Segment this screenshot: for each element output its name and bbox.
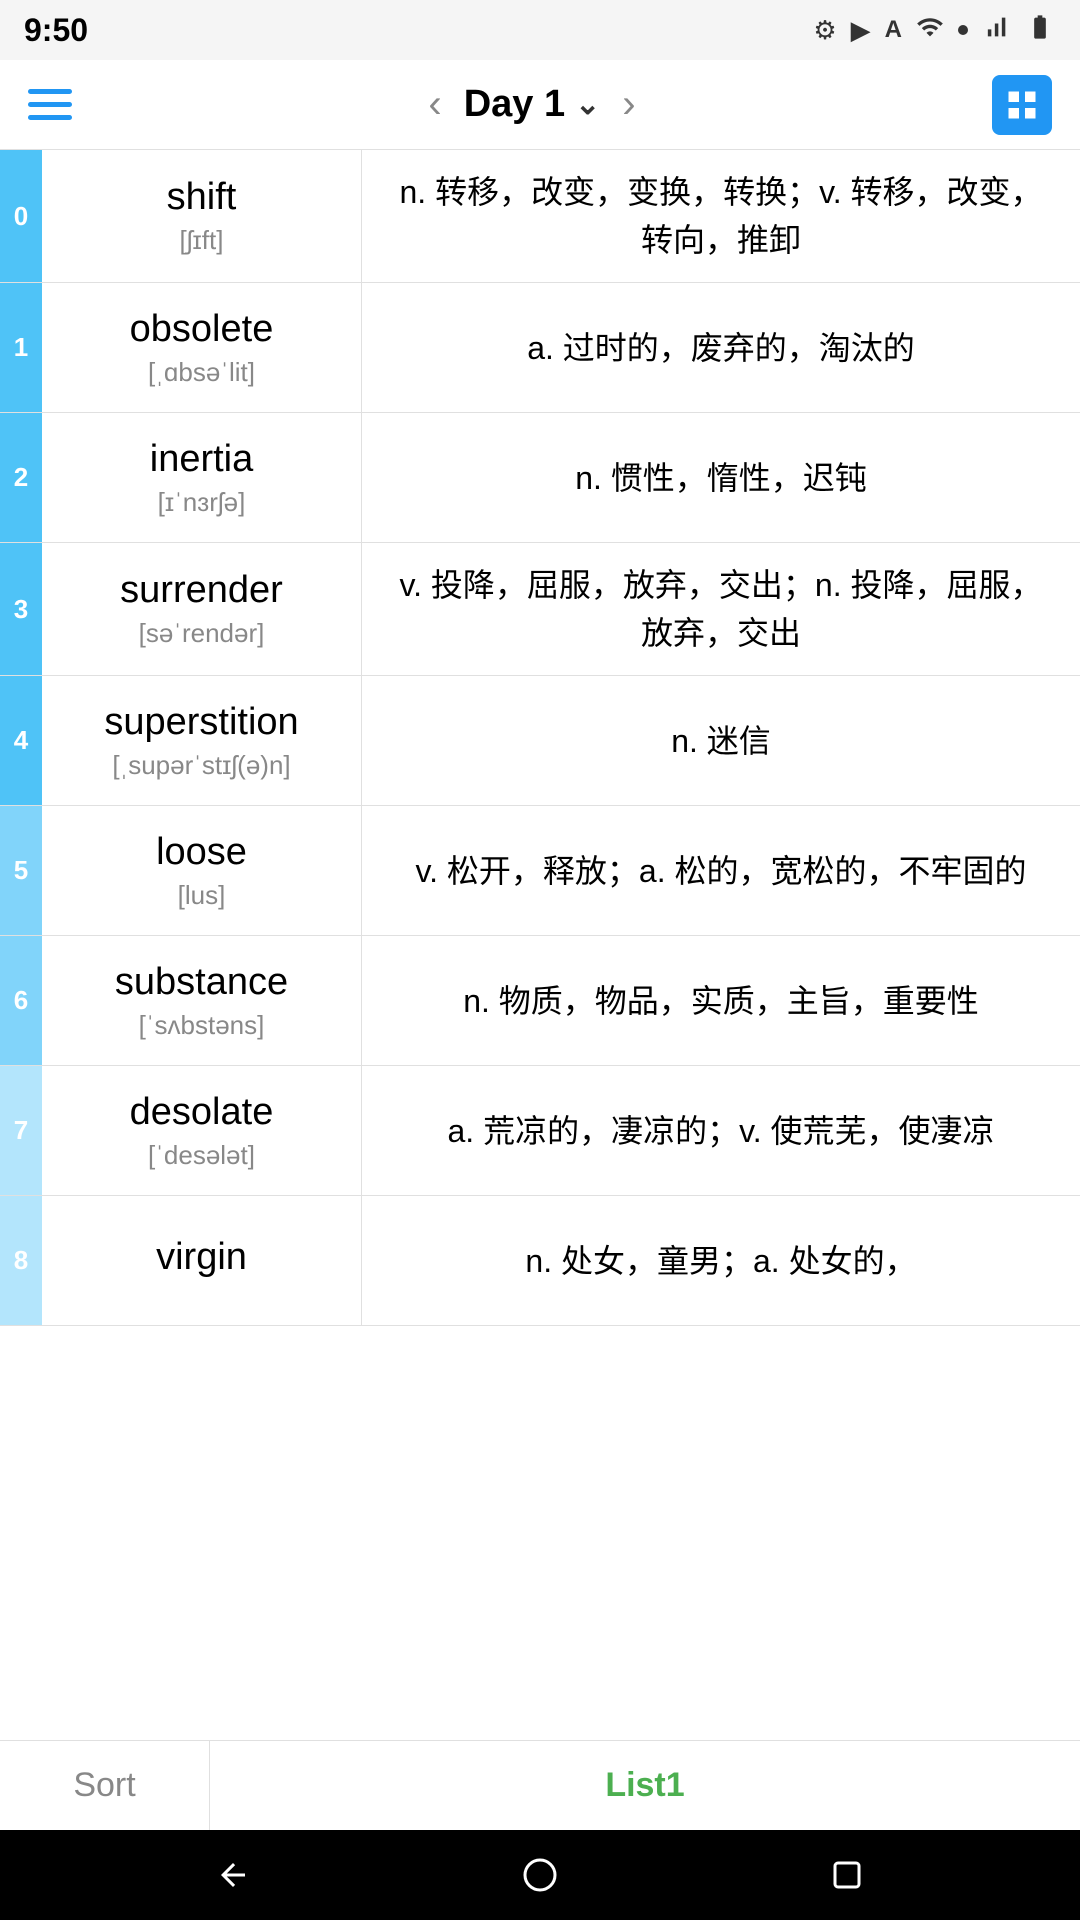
row-word: substance [ˈsʌbstəns] xyxy=(42,936,362,1065)
row-definition: n. 处女，童男；a. 处女的， xyxy=(362,1196,1080,1325)
row-definition: a. 过时的，废弃的，淘汰的 xyxy=(362,283,1080,412)
play-icon: ▶ xyxy=(851,15,871,46)
word-phonetic: [ʃɪft] xyxy=(180,225,224,256)
vocab-row[interactable]: 3 surrender [səˈrendər] v. 投降，屈服，放弃，交出；n… xyxy=(0,543,1080,676)
row-word: obsolete [ˌɑbsəˈlit] xyxy=(42,283,362,412)
next-button[interactable]: › xyxy=(612,82,645,127)
row-index: 4 xyxy=(0,676,42,805)
row-word: inertia [ɪˈnɜrʃə] xyxy=(42,413,362,542)
row-index: 0 xyxy=(0,150,42,282)
word-text: obsolete xyxy=(130,308,274,351)
row-word: surrender [səˈrendər] xyxy=(42,543,362,675)
word-phonetic: [ɪˈnɜrʃə] xyxy=(158,487,246,518)
row-definition: a. 荒凉的，凄凉的；v. 使荒芜，使凄凉 xyxy=(362,1066,1080,1195)
vocab-row[interactable]: 5 loose [lus] v. 松开，释放；a. 松的，宽松的，不牢固的 xyxy=(0,806,1080,936)
vocab-row[interactable]: 4 superstition [ˌsupərˈstɪʃ(ə)n] n. 迷信 xyxy=(0,676,1080,806)
nav-title-area: ‹ Day 1 ⌄ › xyxy=(418,82,645,127)
nav-title[interactable]: Day 1 ⌄ xyxy=(464,83,601,126)
row-word: shift [ʃɪft] xyxy=(42,150,362,282)
signal-icon xyxy=(982,13,1010,48)
word-text: loose xyxy=(156,831,247,874)
row-definition: n. 迷信 xyxy=(362,676,1080,805)
row-index: 2 xyxy=(0,413,42,542)
status-time: 9:50 xyxy=(24,12,88,49)
word-text: desolate xyxy=(130,1091,274,1134)
vocab-row[interactable]: 0 shift [ʃɪft] n. 转移，改变，变换，转换；v. 转移，改变，转… xyxy=(0,150,1080,283)
word-text: shift xyxy=(167,176,237,219)
wifi-icon xyxy=(916,13,944,48)
row-word: desolate [ˈdesələt] xyxy=(42,1066,362,1195)
sort-tab[interactable]: Sort xyxy=(0,1741,210,1830)
word-text: surrender xyxy=(120,569,283,612)
word-phonetic: [ˌsupərˈstɪʃ(ə)n] xyxy=(112,750,290,781)
word-phonetic: [ˌɑbsəˈlit] xyxy=(148,357,255,388)
row-definition: n. 转移，改变，变换，转换；v. 转移，改变，转向，推卸 xyxy=(362,150,1080,282)
word-text: substance xyxy=(115,961,288,1004)
row-definition: v. 投降，屈服，放弃，交出；n. 投降，屈服，放弃，交出 xyxy=(362,543,1080,675)
row-definition: n. 惯性，惰性，迟钝 xyxy=(362,413,1080,542)
chevron-down-icon: ⌄ xyxy=(575,87,600,122)
row-word: loose [lus] xyxy=(42,806,362,935)
vocab-row[interactable]: 8 virgin n. 处女，童男；a. 处女的， xyxy=(0,1196,1080,1326)
row-index: 6 xyxy=(0,936,42,1065)
vocabulary-list: 0 shift [ʃɪft] n. 转移，改变，变换，转换；v. 转移，改变，转… xyxy=(0,150,1080,1740)
row-index: 8 xyxy=(0,1196,42,1325)
row-index: 3 xyxy=(0,543,42,675)
home-button[interactable] xyxy=(515,1850,565,1900)
row-index: 7 xyxy=(0,1066,42,1195)
font-icon: A xyxy=(885,16,902,44)
status-icons: ⚙ ▶ A xyxy=(813,13,1056,48)
back-button[interactable] xyxy=(208,1850,258,1900)
menu-button[interactable] xyxy=(28,89,72,120)
vocab-row[interactable]: 6 substance [ˈsʌbstəns] n. 物质，物品，实质，主旨，重… xyxy=(0,936,1080,1066)
grid-view-button[interactable] xyxy=(992,75,1052,135)
vocab-row[interactable]: 1 obsolete [ˌɑbsəˈlit] a. 过时的，废弃的，淘汰的 xyxy=(0,283,1080,413)
row-definition: v. 松开，释放；a. 松的，宽松的，不牢固的 xyxy=(362,806,1080,935)
row-index: 5 xyxy=(0,806,42,935)
row-definition: n. 物质，物品，实质，主旨，重要性 xyxy=(362,936,1080,1065)
dot-icon xyxy=(958,25,968,35)
status-bar: 9:50 ⚙ ▶ A xyxy=(0,0,1080,60)
recents-button[interactable] xyxy=(822,1850,872,1900)
word-text: superstition xyxy=(104,701,298,744)
row-index: 1 xyxy=(0,283,42,412)
word-phonetic: [ˈdesələt] xyxy=(148,1140,255,1171)
list1-tab[interactable]: List1 xyxy=(210,1741,1080,1830)
vocab-row[interactable]: 2 inertia [ɪˈnɜrʃə] n. 惯性，惰性，迟钝 xyxy=(0,413,1080,543)
word-phonetic: [səˈrendər] xyxy=(139,618,265,649)
android-nav-bar xyxy=(0,1830,1080,1920)
word-text: virgin xyxy=(156,1236,247,1279)
word-phonetic: [ˈsʌbstəns] xyxy=(139,1010,265,1041)
bottom-tabs: Sort List1 xyxy=(0,1740,1080,1830)
row-word: virgin xyxy=(42,1196,362,1325)
word-text: inertia xyxy=(150,438,254,481)
word-phonetic: [lus] xyxy=(178,880,226,911)
prev-button[interactable]: ‹ xyxy=(418,82,451,127)
row-word: superstition [ˌsupərˈstɪʃ(ə)n] xyxy=(42,676,362,805)
top-nav: ‹ Day 1 ⌄ › xyxy=(0,60,1080,150)
vocab-row[interactable]: 7 desolate [ˈdesələt] a. 荒凉的，凄凉的；v. 使荒芜，… xyxy=(0,1066,1080,1196)
battery-icon xyxy=(1024,13,1056,48)
gear-icon: ⚙ xyxy=(813,15,836,46)
